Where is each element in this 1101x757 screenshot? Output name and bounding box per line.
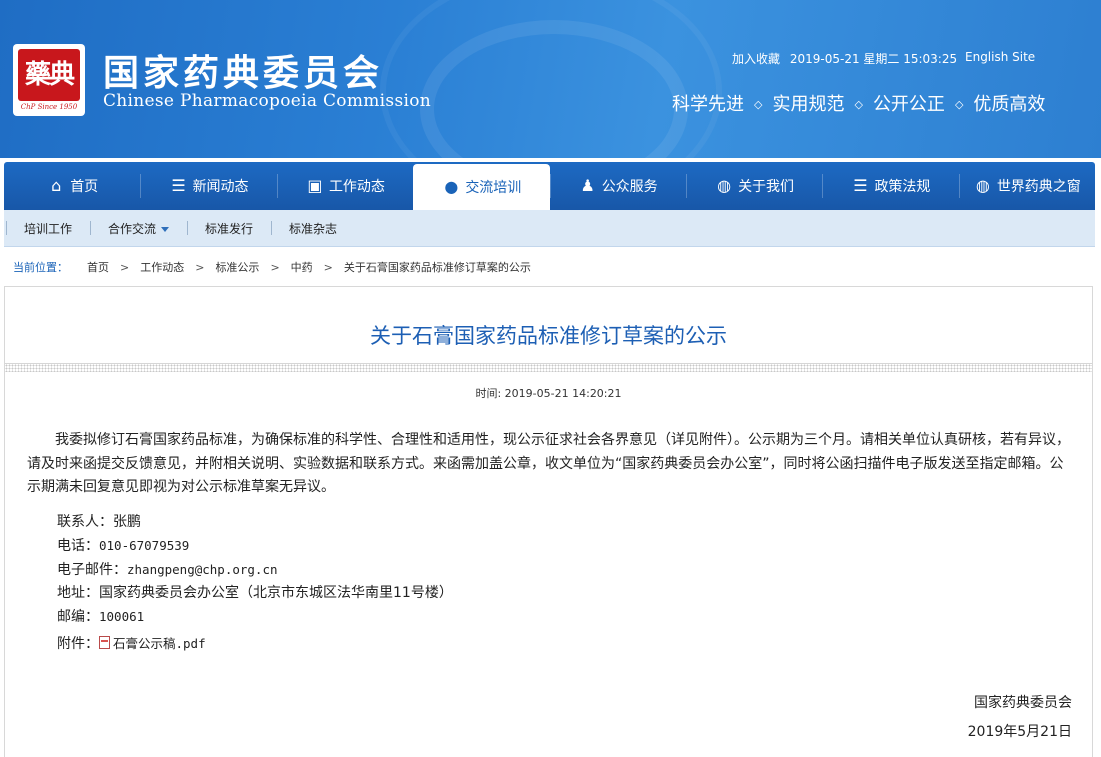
main-nav-bar: ⌂ 首页 ☰ 新闻动态 ▣ 工作动态 ● 交流培训 ♟ 公众服务 ◍ 关于我们 ☰ 政策法规 … [4, 162, 1095, 210]
slogan: 优质高效 [973, 94, 1046, 115]
nav-item-home[interactable]: ⌂ 首页 [4, 162, 140, 210]
logo[interactable]: 藥典 ChP Since 1950 [13, 44, 85, 116]
breadcrumb: 当前位置： 首页 > 工作动态 > 标准公示 > 中药 > 关于石膏国家药品标准修订草案的公示 [13, 259, 531, 275]
attachment-link[interactable]: 石膏公示稿.pdf [113, 636, 206, 651]
article-panel: 关于石膏国家药品标准修订草案的公示 时间: 2019-05-21 14:20:2… [4, 286, 1093, 757]
chat-icon: ● [444, 177, 459, 196]
nav-item-label: 工作动态 [328, 179, 385, 195]
nav-item-public-service[interactable]: ♟ 公众服务 [549, 162, 686, 210]
globe-icon: ◍ [975, 176, 990, 195]
main-nav: ⌂ 首页 ☰ 新闻动态 ▣ 工作动态 ● 交流培训 ♟ 公众服务 ◍ 关于我们 ☰ 政策法规 … [0, 158, 1101, 210]
nav-item-exchange-training[interactable]: ● 交流培训 [413, 164, 550, 210]
subnav-item-label: 标准杂志 [289, 221, 338, 236]
phone-label: 电话： [57, 538, 99, 554]
subnav-item-label: 标准发行 [205, 221, 254, 236]
contact-label: 联系人： [57, 514, 113, 530]
nav-item-label: 公众服务 [601, 179, 658, 195]
article-body: 我委拟修订石膏国家药品标准，为确保标准的科学性、合理性和适用性，现公示征求社会各… [27, 432, 1070, 495]
contact-line: 联系人：张鹏 [57, 511, 141, 531]
phone-value: 010-67079539 [99, 538, 190, 553]
phone-line: 电话：010-67079539 [57, 535, 189, 555]
site-subtitle: Chinese Pharmacopoeia Commission [103, 91, 431, 111]
slogan: 科学先进 [672, 94, 744, 115]
bookmark-link[interactable]: 加入收藏 [732, 52, 780, 66]
nav-item-label: 交流培训 [465, 180, 522, 196]
breadcrumb-separator: > [323, 261, 333, 274]
breadcrumb-item[interactable]: 工作动态 [140, 261, 184, 274]
nav-item-policy[interactable]: ☰ 政策法规 [822, 162, 958, 210]
chevron-down-icon [161, 226, 170, 232]
contact-value: 张鹏 [113, 514, 141, 530]
briefcase-icon: ▣ [307, 176, 323, 195]
breadcrumb-item[interactable]: 标准公示 [215, 261, 259, 274]
nav-item-label: 政策法规 [874, 179, 931, 195]
slogan: 实用规范 [772, 94, 845, 115]
email-value: zhangpeng@chp.org.cn [127, 562, 278, 577]
zip-label: 邮编： [57, 609, 99, 625]
nav-item-label: 世界药典之窗 [996, 179, 1081, 195]
address-value: 国家药典委员会办公室（北京市东城区法华南里11号楼） [99, 585, 453, 601]
breadcrumb-label: 当前位置： [13, 261, 68, 274]
diamond-icon: ◇ [754, 98, 763, 111]
nav-item-work-news[interactable]: ▣ 工作动态 [276, 162, 413, 210]
globe-icon: ◍ [717, 176, 732, 195]
publish-time: 时间: 2019-05-21 14:20:21 [475, 387, 622, 400]
breadcrumb-item[interactable]: 中药 [291, 261, 313, 274]
logo-seal-icon: 藥典 [18, 49, 80, 101]
home-icon: ⌂ [51, 176, 62, 195]
site-title: 国家药典委员会 [103, 52, 384, 94]
attachment-line: 附件： 石膏公示稿.pdf [57, 633, 206, 653]
nav-item-news[interactable]: ☰ 新闻动态 [140, 162, 276, 210]
email-label: 电子邮件： [57, 562, 127, 578]
breadcrumb-item-current[interactable]: 关于石膏国家药品标准修订草案的公示 [344, 261, 531, 274]
nav-item-about-us[interactable]: ◍ 关于我们 [685, 162, 822, 210]
header-top-links: 加入收藏 2019-05-21 星期二 15:03:25 English Sit… [732, 50, 1035, 67]
subnav-item-label: 培训工作 [24, 221, 73, 236]
address-line: 地址：国家药典委员会办公室（北京市东城区法华南里11号楼） [57, 582, 453, 602]
dotted-divider [5, 363, 1092, 372]
pdf-icon [99, 636, 110, 649]
header-slogans: 科学先进 ◇ 实用规范 ◇ 公开公正 ◇ 优质高效 [672, 90, 1045, 116]
site-header: 藥典 ChP Since 1950 国家药典委员会 Chinese Pharma… [0, 0, 1101, 158]
nav-item-label: 关于我们 [738, 179, 795, 195]
zip-line: 邮编：100061 [57, 606, 144, 626]
sub-nav: 培训工作 合作交流 标准发行 标准杂志 [4, 210, 1095, 247]
article-title: 关于石膏国家药品标准修订草案的公示 [370, 324, 727, 348]
subnav-item-training[interactable]: 培训工作 [6, 220, 90, 237]
zip-value: 100061 [99, 609, 145, 624]
breadcrumb-separator: > [195, 261, 205, 274]
breadcrumb-item[interactable]: 首页 [87, 261, 109, 274]
nav-item-world-pharmacopoeia[interactable]: ◍ 世界药典之窗 [958, 162, 1095, 210]
address-label: 地址： [57, 585, 99, 601]
breadcrumb-separator: > [270, 261, 280, 274]
english-site-link[interactable]: English Site [965, 50, 1035, 64]
diamond-icon: ◇ [854, 98, 863, 111]
signature-date: 2019年5月21日 [967, 724, 1072, 740]
nav-item-label: 首页 [70, 179, 99, 195]
list-icon: ☰ [853, 176, 868, 195]
diamond-icon: ◇ [954, 98, 964, 111]
nav-item-label: 新闻动态 [192, 179, 249, 195]
subnav-item-cooperation[interactable]: 合作交流 [90, 220, 187, 237]
breadcrumb-separator: > [120, 261, 130, 274]
subnav-item-label: 合作交流 [108, 221, 157, 236]
signature: 国家药典委员会 [974, 695, 1072, 711]
email-line: 电子邮件：zhangpeng@chp.org.cn [57, 559, 278, 579]
users-icon: ♟ [580, 176, 595, 195]
slogan: 公开公正 [872, 94, 945, 115]
list-icon: ☰ [171, 176, 186, 195]
header-datetime: 2019-05-21 星期二 15:03:25 [789, 52, 958, 66]
logo-since-text: ChP Since 1950 [20, 103, 78, 111]
subnav-item-standard-release[interactable]: 标准发行 [187, 220, 271, 237]
attachment-label: 附件： [57, 636, 99, 652]
subnav-item-standard-journal[interactable]: 标准杂志 [271, 220, 355, 237]
